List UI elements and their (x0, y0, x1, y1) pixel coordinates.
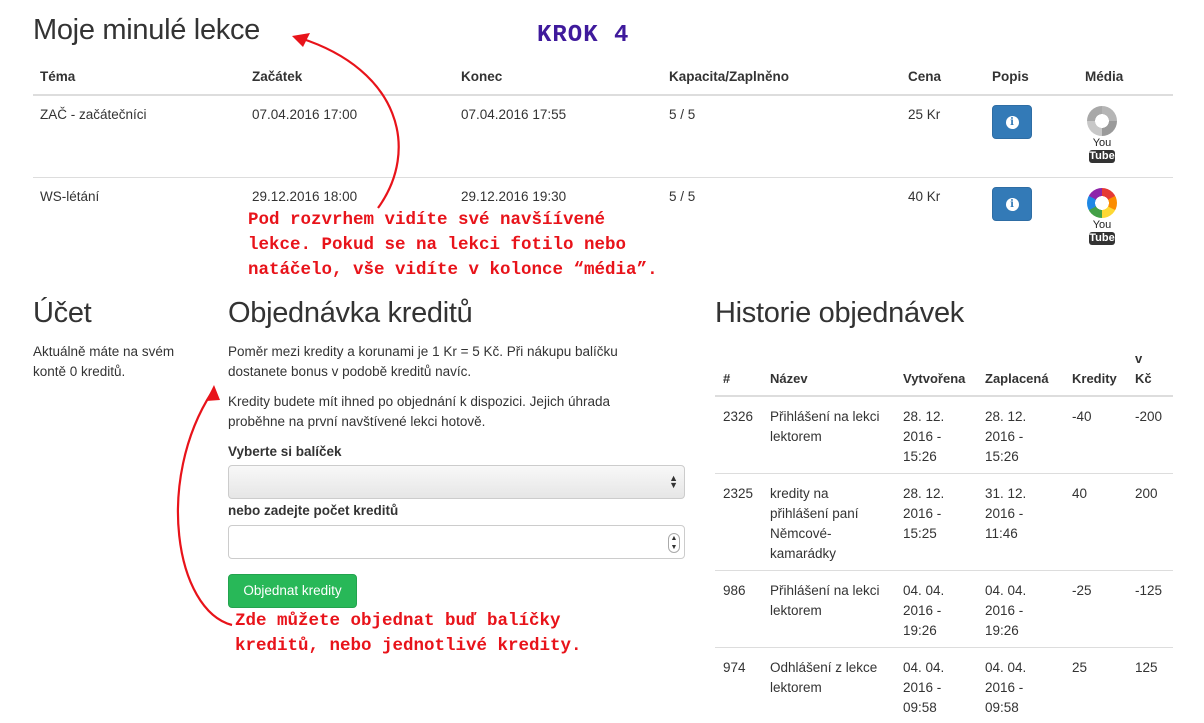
arrow-head-order (206, 385, 220, 401)
order-paid: 04. 04. 2016 - 09:58 (985, 660, 1027, 715)
order-czk: -200 (1135, 409, 1163, 424)
order-czk: 200 (1135, 486, 1158, 501)
order-credits: -25 (1072, 583, 1092, 598)
annotation-media: Pod rozvrhem vidíte své navšíívené lekce… (248, 210, 658, 280)
order-id: 974 (723, 660, 746, 675)
youtube-you: You (1092, 137, 1112, 149)
table-row: 974 Odhlášení z lekce lektorem 04. 04. 2… (715, 648, 1173, 723)
col-header: Kredity (1072, 371, 1117, 386)
lesson-end: 29.12.2016 19:30 (461, 189, 567, 204)
col-header: Kapacita/Zaplněno (669, 69, 790, 84)
col-header: Téma (40, 69, 76, 84)
order-created: 28. 12. 2016 - 15:25 (903, 486, 945, 541)
youtube-tube: Tube (1089, 150, 1115, 163)
order-payment-text: Kredity budete mít ihned po objednání k … (228, 394, 610, 429)
col-header: v Kč (1135, 351, 1152, 386)
lesson-end: 07.04.2016 17:55 (461, 107, 567, 122)
col-header: Média (1085, 69, 1124, 84)
youtube-you: You (1092, 219, 1112, 231)
picasa-color-icon[interactable] (1087, 188, 1117, 218)
credit-count-input[interactable]: ▲ ▼ (228, 525, 685, 559)
info-button[interactable]: i (992, 105, 1032, 139)
select-arrows-icon: ▲ ▼ (669, 473, 678, 490)
col-header: Vytvořena (903, 371, 966, 386)
info-icon: i (1005, 115, 1019, 129)
order-paid: 31. 12. 2016 - 11:46 (985, 486, 1027, 541)
order-created: 04. 04. 2016 - 19:26 (903, 583, 945, 638)
arrow-head-title (292, 33, 310, 47)
annotation-order: Zde můžete objednat buď balíčky kreditů,… (235, 611, 582, 656)
lessons-table-header: Téma Začátek Konec Kapacita/Zaplněno Cen… (33, 60, 1173, 96)
lesson-capacity: 5 / 5 (669, 107, 696, 122)
lesson-price: 40 Kr (908, 189, 941, 204)
table-row: 986 Přihlášení na lekci lektorem 04. 04.… (715, 571, 1173, 648)
account-title: Účet (33, 297, 92, 329)
lesson-capacity: 5 / 5 (669, 189, 696, 204)
youtube-icon[interactable]: You Tube (1089, 220, 1115, 245)
history-title: Historie objednávek (715, 297, 964, 329)
youtube-tube: Tube (1089, 232, 1115, 245)
lesson-topic: WS-létání (40, 189, 100, 204)
col-header: Název (770, 371, 808, 386)
order-id: 986 (723, 583, 746, 598)
package-select[interactable]: ▲ ▼ (228, 465, 685, 499)
order-paid: 04. 04. 2016 - 19:26 (985, 583, 1027, 638)
order-ratio-text: Poměr mezi kredity a korunami je 1 Kr = … (228, 344, 618, 379)
col-header: Začátek (252, 69, 303, 84)
order-id: 2326 (723, 409, 754, 424)
order-title: Objednávka kreditů (228, 297, 473, 329)
table-row: 2326 Přihlášení na lekci lektorem 28. 12… (715, 397, 1173, 474)
lesson-start: 07.04.2016 17:00 (252, 107, 358, 122)
col-header: Konec (461, 69, 503, 84)
media-links: You Tube (1086, 106, 1118, 163)
media-links: You Tube (1086, 188, 1118, 245)
order-name: Přihlášení na lekci lektorem (770, 409, 880, 444)
order-credits: 40 (1072, 486, 1088, 501)
picasa-gray-icon[interactable] (1087, 106, 1117, 136)
order-created: 28. 12. 2016 - 15:26 (903, 409, 945, 464)
col-header: Cena (908, 69, 942, 84)
order-czk: -125 (1135, 583, 1163, 598)
page-title: Moje minulé lekce (33, 14, 260, 46)
order-name: Odhlášení z lekce lektorem (770, 660, 878, 695)
table-row: ZAČ - začátečníci 07.04.2016 17:00 07.04… (33, 96, 1173, 178)
table-row: 2325 kredity na přihlášení paní Němcové-… (715, 474, 1173, 571)
stepper-icon[interactable]: ▲ ▼ (668, 533, 680, 553)
info-icon: i (1005, 197, 1019, 211)
count-label: nebo zadejte počet kreditů (228, 503, 399, 518)
order-paid: 28. 12. 2016 - 15:26 (985, 409, 1027, 464)
lesson-topic: ZAČ - začátečníci (40, 107, 147, 122)
order-credits-button[interactable]: Objednat kredity (228, 574, 357, 608)
account-balance-text: Aktuálně máte na svém kontě 0 kreditů. (33, 344, 175, 379)
step-label: KROK 4 (537, 22, 630, 49)
lesson-price: 25 Kr (908, 107, 941, 122)
col-header: Popis (992, 69, 1029, 84)
lesson-start: 29.12.2016 18:00 (252, 189, 358, 204)
order-czk: 125 (1135, 660, 1158, 675)
order-credits: -40 (1072, 409, 1092, 424)
youtube-icon[interactable]: You Tube (1089, 138, 1115, 163)
col-header: Zaplacená (985, 371, 1049, 386)
arrow-to-order (176, 391, 233, 627)
history-table-header: # Název Vytvořena Zaplacená Kredity v Kč (715, 345, 1173, 397)
order-name: kredity na přihlášení paní Němcové-kamar… (770, 486, 859, 561)
order-credits: 25 (1072, 660, 1088, 675)
package-label: Vyberte si balíček (228, 444, 342, 459)
order-id: 2325 (723, 486, 754, 501)
info-button[interactable]: i (992, 187, 1032, 221)
col-header: # (723, 371, 731, 386)
order-created: 04. 04. 2016 - 09:58 (903, 660, 945, 715)
order-name: Přihlášení na lekci lektorem (770, 583, 880, 618)
